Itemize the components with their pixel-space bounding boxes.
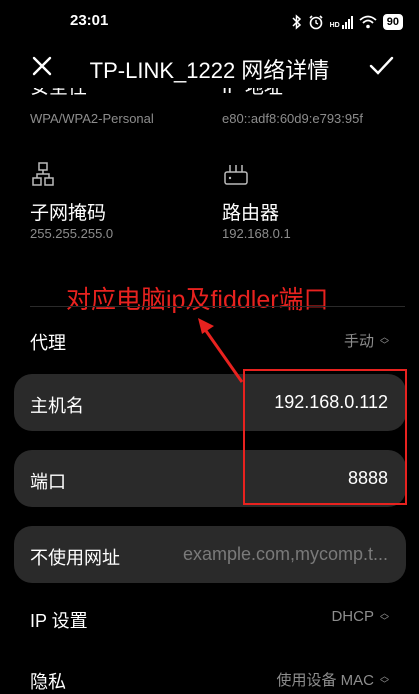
hd-signal-icon: HD: [329, 15, 353, 29]
highlight-box: [243, 369, 407, 505]
bluetooth-icon: [292, 14, 301, 30]
alarm-icon: [309, 15, 323, 30]
network-tree-icon: [32, 162, 54, 186]
proxy-label: 代理: [30, 333, 66, 353]
ip-settings-value: DHCP: [331, 608, 374, 625]
security-value: WPA/WPA2-Personal: [30, 111, 154, 126]
router-value: 192.168.0.1: [222, 226, 291, 241]
privacy-select[interactable]: 使用设备 MAC ︿ ﹀: [276, 669, 389, 690]
ip-address-value: e80::adf8:60d9:e793:95f: [222, 111, 363, 126]
subnet-mask-label: 子网掩码: [30, 203, 107, 224]
privacy-label: 隐私: [30, 672, 66, 692]
ip-settings-label: IP 设置: [30, 611, 88, 631]
hd-label: HD: [329, 21, 340, 29]
bypass-placeholder[interactable]: example.com,mycomp.t...: [183, 544, 388, 565]
proxy-value: 手动: [343, 333, 374, 350]
bypass-field[interactable]: 不使用网址 example.com,mycomp.t...: [14, 526, 406, 583]
wifi-icon: [359, 15, 377, 29]
bypass-label: 不使用网址: [30, 548, 120, 568]
status-icons: HD 90: [292, 12, 403, 32]
security-label: 安全性: [30, 88, 87, 100]
updown-chevron-icon: ︿ ﹀: [379, 670, 389, 689]
ip-settings-select[interactable]: DHCP ︿ ﹀: [331, 608, 389, 625]
status-time: 23:01: [70, 12, 109, 29]
ip-address-label: IP 地址: [222, 88, 283, 100]
port-label: 端口: [30, 472, 66, 492]
updown-chevron-icon: ︿ ﹀: [379, 607, 389, 626]
updown-chevron-icon: ︿ ﹀: [379, 331, 389, 350]
proxy-select[interactable]: 手动 ︿ ﹀: [344, 330, 389, 351]
router-label: 路由器: [222, 203, 280, 224]
subnet-mask-value: 255.255.255.0: [30, 226, 114, 241]
page-title: TP-LINK_1222 网络详情: [89, 58, 330, 83]
privacy-value: 使用设备 MAC: [276, 672, 374, 689]
annotation-arrow: [198, 318, 244, 383]
confirm-check-icon[interactable]: [367, 52, 395, 80]
router-icon: [224, 165, 248, 185]
divider: [30, 306, 405, 307]
battery-indicator: 90: [382, 14, 403, 30]
hostname-label: 主机名: [30, 396, 84, 416]
